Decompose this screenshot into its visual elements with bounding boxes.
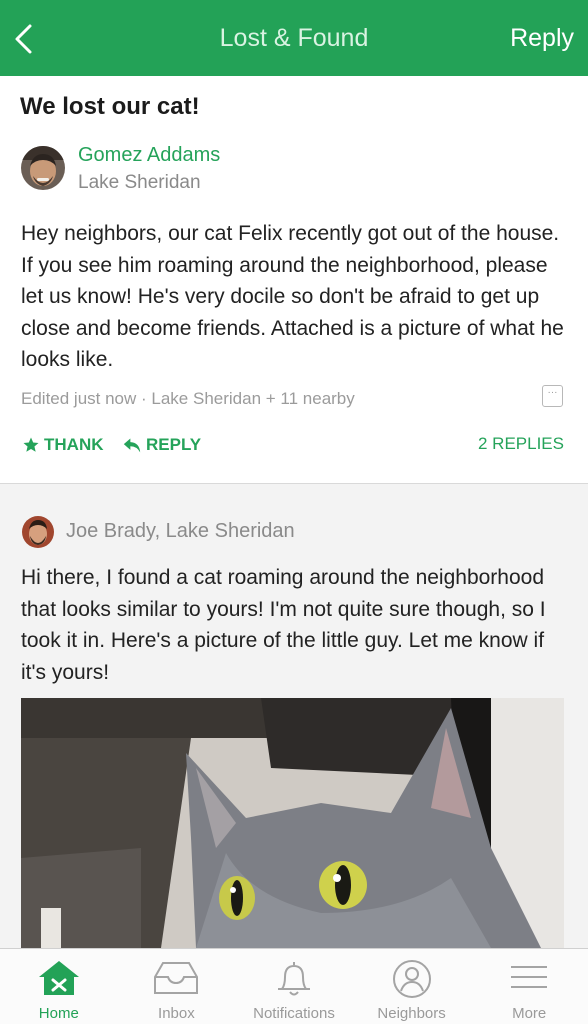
- thank-button[interactable]: THANK: [22, 435, 104, 455]
- reply-avatar[interactable]: [22, 516, 54, 548]
- reply-body: Hi there, I found a cat roaming around t…: [21, 566, 546, 684]
- post-title: We lost our cat!: [20, 93, 200, 120]
- tab-label: Inbox: [158, 1005, 195, 1022]
- reply-action-button[interactable]: REPLY: [122, 435, 201, 455]
- back-button[interactable]: [10, 20, 40, 58]
- reply-card: Joe Brady, Lake Sheridan Hi there, I fou…: [0, 484, 588, 948]
- ellipsis-icon: ···: [547, 387, 558, 398]
- tab-inbox[interactable]: Inbox: [118, 949, 236, 1024]
- post-card: We lost our cat! Gomez Addams Lake Sheri…: [0, 76, 588, 483]
- chevron-left-icon: [15, 24, 32, 54]
- reply-author: Joe Brady, Lake Sheridan: [66, 520, 295, 542]
- tab-label: Notifications: [253, 1005, 335, 1022]
- bell-icon: [277, 962, 310, 996]
- avatar[interactable]: [21, 146, 65, 190]
- reply-arrow-icon: [123, 438, 141, 453]
- reply-action-label: REPLY: [146, 435, 202, 454]
- thank-label: THANK: [44, 435, 104, 454]
- more-options-button[interactable]: ···: [542, 385, 563, 407]
- navigation-bar: Lost & Found Reply: [0, 0, 588, 76]
- author-location: Lake Sheridan: [78, 172, 201, 193]
- tab-label: Home: [38, 1005, 79, 1022]
- tab-more[interactable]: More: [470, 949, 588, 1024]
- inbox-icon: [154, 962, 199, 994]
- post-meta: Edited just now · Lake Sheridan + 11 nea…: [21, 389, 355, 408]
- tab-neighbors[interactable]: Neighbors: [353, 949, 471, 1024]
- page-title: Lost & Found: [219, 23, 369, 52]
- tab-notifications[interactable]: Notifications: [235, 949, 353, 1024]
- tab-bar: Home Inbox Notifications Neighbors More: [0, 948, 588, 1024]
- author-name[interactable]: Gomez Addams: [78, 144, 220, 167]
- person-icon: [392, 960, 431, 998]
- replies-count-link[interactable]: 2 REPLIES: [478, 434, 564, 454]
- star-icon: [23, 437, 39, 452]
- tab-label: Neighbors: [377, 1005, 446, 1022]
- menu-icon: [511, 966, 548, 988]
- home-icon: [38, 961, 79, 995]
- post-body: Hey neighbors, our cat Felix recently go…: [21, 222, 564, 371]
- tab-label: More: [512, 1005, 547, 1022]
- cat-photo[interactable]: [21, 698, 564, 948]
- tab-home[interactable]: Home: [0, 949, 118, 1024]
- reply-button[interactable]: Reply: [510, 24, 574, 53]
